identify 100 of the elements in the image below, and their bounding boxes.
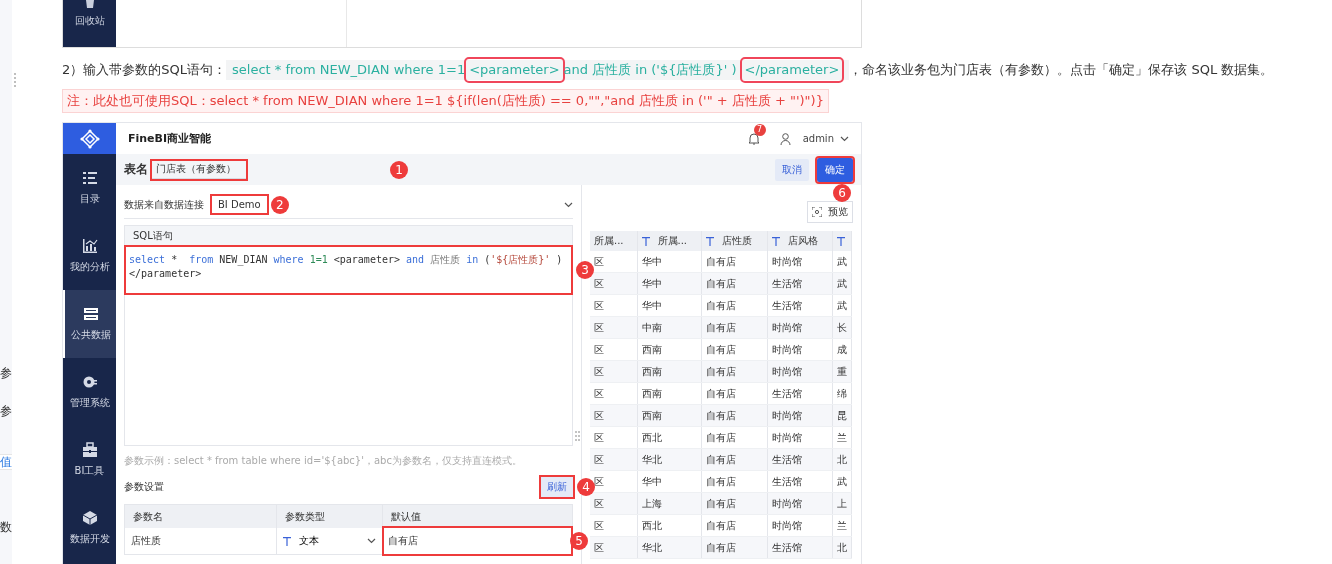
app-title: FineBI商业智能: [128, 131, 213, 146]
table-cell: 生活馆: [767, 294, 832, 317]
table-cell: 时尚馆: [767, 514, 832, 537]
table-cell: 华中: [637, 294, 701, 317]
column-header: 店性质: [721, 234, 752, 248]
server-icon: [82, 306, 99, 322]
refresh-button[interactable]: 刷新: [541, 477, 573, 497]
type-select[interactable]: 文本: [283, 534, 376, 548]
table-cell: 西北: [637, 514, 701, 537]
table-cell: 武: [832, 251, 851, 273]
default-value-field[interactable]: 自有店: [384, 528, 571, 554]
cut-text: 数: [0, 520, 12, 534]
nav-item[interactable]: 公共数据: [63, 290, 116, 358]
callout-number: 4: [577, 478, 595, 496]
table-cell: 西北: [637, 426, 701, 449]
table-cell: 自有店: [701, 251, 767, 273]
table-cell: 区: [590, 360, 637, 383]
column-header: 默认值: [382, 504, 573, 528]
section-title: 参数设置: [124, 480, 165, 494]
table-cell: 区: [590, 338, 637, 361]
table-cell: 区: [590, 426, 637, 449]
table-cell: 华中: [637, 470, 701, 493]
nav-item[interactable]: 我的分析: [63, 222, 116, 290]
table-cell: 生活馆: [767, 470, 832, 493]
table-cell: 兰: [832, 514, 851, 537]
table-cell: 华中: [637, 251, 701, 273]
table-cell: 生活馆: [767, 382, 832, 405]
callout-number: 1: [390, 160, 408, 179]
editor-title: SQL语句: [125, 226, 572, 246]
table-cell: 自有店: [701, 338, 767, 361]
table-cell: 成: [832, 338, 851, 361]
table-name-field[interactable]: 门店表（有参数）: [152, 160, 246, 179]
callout-number: 3: [576, 261, 594, 279]
confirm-button[interactable]: 确定: [817, 157, 853, 182]
table-cell: 区: [590, 514, 637, 537]
table-cell: 区: [590, 294, 637, 317]
table-cell: 区: [590, 448, 637, 471]
column-header: 所属...: [657, 234, 688, 248]
connection-value: BI Demo: [212, 196, 267, 213]
scan-icon: [812, 207, 822, 217]
cut-text: 值: [0, 454, 12, 470]
note-text: 注：此处也可使用SQL：select * from NEW_DIAN where 1=1 ${if(len(店性质) == 0,"","and 店性质 in ('" + 店性质 + "')")}: [62, 89, 829, 113]
column-header: 参数名: [124, 504, 277, 528]
highlighted-code: </parameter>: [742, 60, 842, 80]
resize-handle-icon: [575, 431, 580, 441]
column-header: 所属...: [594, 234, 624, 248]
table-cell: 绵: [832, 382, 851, 405]
table-cell: 西南: [637, 382, 701, 405]
table-cell: 店性质: [124, 528, 277, 555]
table-cell: 区: [590, 316, 637, 339]
table-cell: 区: [590, 272, 637, 295]
connection-select[interactable]: 数据来自数据连接 BI Demo 2: [124, 191, 573, 219]
column-header: 参数类型: [276, 504, 383, 528]
list-icon: [81, 170, 98, 186]
toolbox-icon: [81, 442, 98, 458]
chevron-down-icon: [840, 135, 849, 142]
table-cell: 时尚馆: [767, 338, 832, 361]
chevron-down-icon: [564, 201, 573, 208]
bar-chart-icon: [81, 238, 98, 254]
user-icon: [779, 132, 791, 145]
table-cell: 区: [590, 251, 637, 273]
field-label: 数据来自数据连接: [124, 197, 204, 212]
table-cell: 西南: [637, 338, 701, 361]
table-cell: 区: [590, 382, 637, 405]
table-cell: 区: [590, 492, 637, 515]
nav-item[interactable]: 数据开发: [63, 494, 116, 562]
code-text: select * from NEW_DIAN where 1=1: [231, 61, 467, 79]
text-type-icon: [283, 536, 291, 546]
cut-text: 参: [0, 404, 12, 418]
table-cell: 自有店: [701, 382, 767, 405]
user-menu[interactable]: admin: [779, 132, 849, 145]
table-cell: 自有店: [701, 426, 767, 449]
table-cell: 自有店: [701, 470, 767, 493]
chevron-down-icon: [367, 538, 376, 544]
nav-label: 回收站: [74, 14, 105, 28]
table-cell: 武: [832, 470, 851, 493]
gear-icon: [81, 374, 98, 390]
table-cell: 区: [590, 404, 637, 427]
notification-count: 7: [753, 124, 766, 136]
field-label: 表名: [124, 161, 148, 178]
table-cell: 区: [590, 536, 637, 559]
step-text: 2）输入带参数的SQL语句：: [62, 61, 226, 79]
step-text: ，命名该业务包为门店表（有参数）。点击「确定」保存该 SQL 数据集。: [849, 61, 1274, 79]
hint-text: 参数示例：select * from table where id='${abc}'，abc为参数名，仅支持直连模式。: [124, 454, 523, 468]
bell-icon[interactable]: [747, 132, 760, 145]
cancel-button[interactable]: 取消: [775, 158, 809, 181]
preview-button[interactable]: 预览: [807, 201, 853, 223]
drag-handle-icon: [13, 72, 17, 88]
logo-icon: [79, 128, 100, 149]
callout-number: 5: [570, 532, 588, 550]
table-cell: 自有店: [701, 514, 767, 537]
table-cell: 时尚馆: [767, 251, 832, 273]
nav-item[interactable]: 管理系统: [63, 358, 116, 426]
nav-item[interactable]: BI工具: [63, 426, 116, 494]
cut-text: 参: [0, 366, 12, 380]
nav-item[interactable]: 目录: [63, 154, 116, 222]
cube-icon: [81, 510, 98, 526]
sql-input[interactable]: select * from NEW_DIAN where 1=1 <parameter> and 店性质 in ('${店性质}' ) </parameter>: [126, 247, 571, 293]
table-cell: 武: [832, 294, 851, 317]
table-cell: 时尚馆: [767, 426, 832, 449]
